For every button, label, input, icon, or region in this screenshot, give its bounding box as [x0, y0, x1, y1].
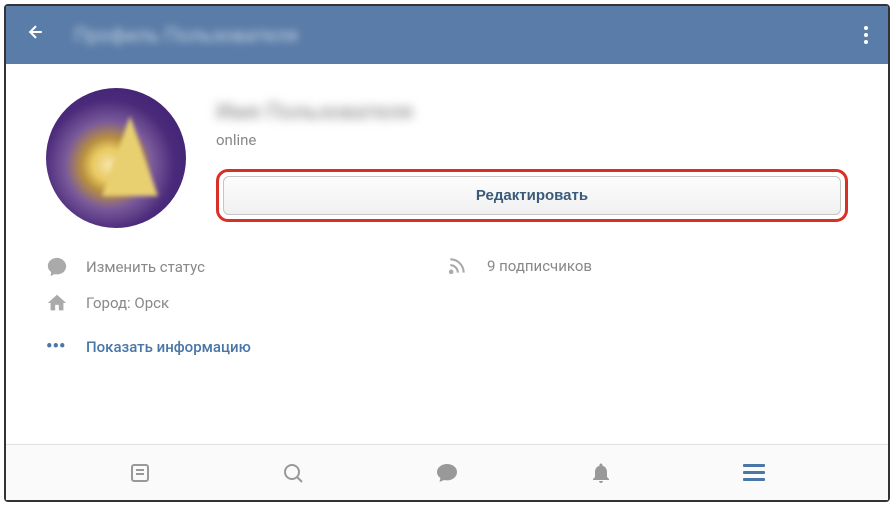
city-row: Город: Орск [46, 292, 447, 314]
header-bar: Профиль Пользователя [6, 6, 888, 64]
show-more-row[interactable]: ••• Показать информацию [46, 336, 848, 357]
followers-row[interactable]: 9 подписчиков [447, 256, 848, 276]
rss-icon [447, 256, 487, 276]
profile-row: Имя Пользователя online Редактировать [46, 88, 848, 228]
profile-content: Имя Пользователя online Редактировать Из… [6, 64, 888, 444]
header-title: Профиль Пользователя [74, 23, 864, 47]
bottom-nav [6, 444, 888, 500]
home-icon [46, 292, 86, 314]
online-status: online [216, 131, 848, 149]
more-menu-icon[interactable] [864, 26, 868, 44]
profile-main: Имя Пользователя online Редактировать [216, 88, 848, 228]
nav-search-icon[interactable] [273, 453, 313, 493]
edit-button[interactable]: Редактировать [223, 176, 841, 215]
nav-feed-icon[interactable] [120, 453, 160, 493]
city-label: Город: Орск [86, 294, 169, 312]
nav-notifications-icon[interactable] [581, 453, 621, 493]
avatar[interactable] [46, 88, 186, 228]
edit-button-highlight: Редактировать [216, 169, 848, 222]
chat-icon [46, 256, 86, 278]
followers-label: 9 подписчиков [487, 257, 592, 275]
change-status-label: Изменить статус [86, 258, 205, 276]
back-arrow-icon[interactable] [26, 22, 46, 48]
username: Имя Пользователя [216, 100, 848, 125]
change-status-row[interactable]: Изменить статус [46, 256, 447, 278]
show-more-link: Показать информацию [86, 338, 251, 356]
nav-messages-icon[interactable] [427, 453, 467, 493]
nav-menu-icon[interactable] [734, 453, 774, 493]
ellipsis-icon: ••• [46, 336, 86, 357]
